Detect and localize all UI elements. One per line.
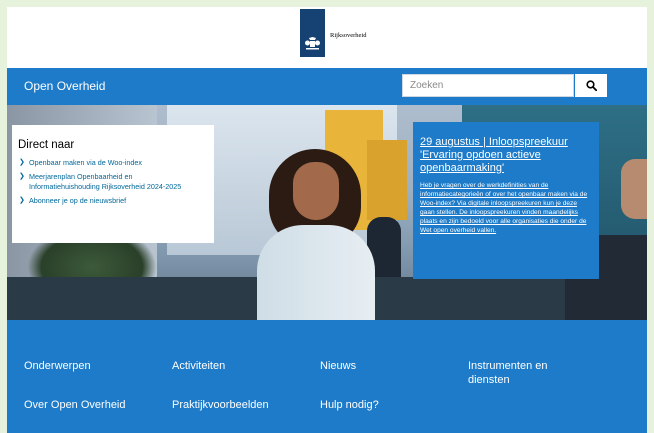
chevron-right-icon: ❯ [19,197,25,204]
coat-of-arms-icon [305,37,320,50]
logo-text: Rijksoverheid [330,32,367,39]
hero-photo-accent-2 [367,140,407,220]
direct-naar-item-label: Openbaar maken via de Woo-index [29,158,142,167]
footer-link-activiteiten[interactable]: Activiteiten [172,359,225,373]
browser-page: Rijksoverheid Open Overheid Direct naar [7,7,647,433]
promo-box: 29 augustus | Inloopspreekuur 'Ervaring … [413,122,599,279]
direct-naar-box: Direct naar ❯ Openbaar maken via de Woo-… [12,125,214,243]
footer-link-nieuws[interactable]: Nieuws [320,359,356,373]
direct-naar-item-label: Abonneer je op de nieuwsbrief [29,196,127,205]
government-header: Rijksoverheid [7,7,647,68]
footer-link-hulp-nodig[interactable]: Hulp nodig? [320,398,379,412]
search-button[interactable] [575,74,607,97]
site-title[interactable]: Open Overheid [24,79,105,93]
footer-link-over-open-overheid[interactable]: Over Open Overheid [24,398,126,412]
promo-title-link[interactable]: 29 augustus | Inloopspreekuur 'Ervaring … [420,136,591,175]
footer-nav: Onderwerpen Activiteiten Nieuws Instrume… [7,320,647,433]
chevron-right-icon: ❯ [19,173,25,180]
hero-photo-man-head [621,159,647,219]
footer-link-praktijkvoorbeelden[interactable]: Praktijkvoorbeelden [172,398,269,412]
direct-naar-item-woo-index[interactable]: ❯ Openbaar maken via de Woo-index [18,158,204,168]
promo-body-link[interactable]: Heb je vragen over de werkdefinities van… [420,181,591,235]
direct-naar-item-nieuwsbrief[interactable]: ❯ Abonneer je op de nieuwsbrief [18,196,204,206]
search-icon [585,80,597,91]
direct-naar-title: Direct naar [18,139,75,151]
hero-photo-woman-body [257,225,375,320]
direct-naar-item-meerjarenplan[interactable]: ❯ Meerjarenplan Openbaarheid en Informat… [18,172,204,192]
hero-photo-woman-face [293,162,339,220]
rijksoverheid-logo[interactable] [300,9,325,57]
footer-link-instrumenten[interactable]: Instrumenten en diensten [468,359,588,387]
direct-naar-item-label: Meerjarenplan Openbaarheid en Informatie… [29,172,182,191]
direct-naar-list: ❯ Openbaar maken via de Woo-index ❯ Meer… [18,158,204,206]
search-input[interactable] [402,74,574,97]
main-nav-bar: Open Overheid [7,68,647,105]
footer-link-onderwerpen[interactable]: Onderwerpen [24,359,91,373]
chevron-right-icon: ❯ [19,159,25,166]
